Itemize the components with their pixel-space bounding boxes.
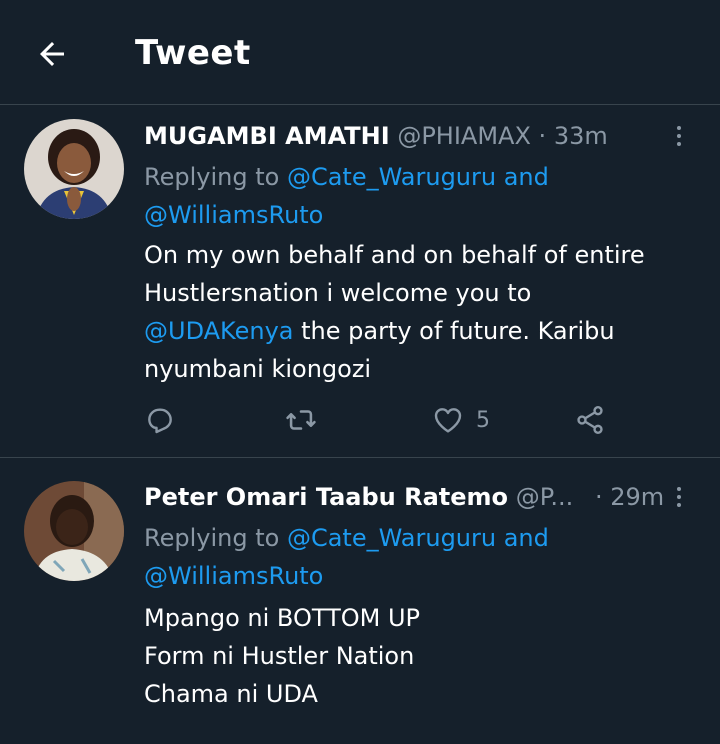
page-title: Tweet xyxy=(135,33,251,73)
tweet-reply[interactable]: Peter Omari Taabu Ratemo @P... · 29m Rep… xyxy=(0,459,720,744)
reply-mention[interactable]: @WilliamsRuto xyxy=(144,201,323,229)
timestamp[interactable]: 29m xyxy=(610,483,664,511)
avatar[interactable] xyxy=(24,119,124,219)
replying-prefix: Replying to xyxy=(144,163,280,191)
timestamp[interactable]: 33m xyxy=(554,122,608,150)
tweet-text: On my own behalf and on behalf of entire… xyxy=(144,236,690,388)
like-count: 5 xyxy=(476,407,490,433)
tweet-text-line: Form ni Hustler Nation xyxy=(144,642,415,670)
tweet-text-line: On my own behalf and on behalf of entire xyxy=(144,241,645,269)
retweet-icon xyxy=(286,410,316,430)
separator-dot: · xyxy=(538,122,547,150)
replying-to: Replying to @Cate_Waruguru and @Williams… xyxy=(144,519,690,595)
share-button[interactable] xyxy=(574,396,606,444)
tweet-text-line: nyumbani kiongozi xyxy=(144,355,372,383)
share-icon xyxy=(577,406,603,434)
more-options-button[interactable] xyxy=(668,475,690,519)
tweet-reply[interactable]: MUGAMBI AMATHI @PHIAMAX · 33m Replying t… xyxy=(0,106,720,458)
retweet-button[interactable] xyxy=(284,396,318,444)
top-bar: Tweet xyxy=(0,0,720,105)
replying-prefix: Replying to xyxy=(144,524,280,552)
tweet-text-line: Hustlersnation i welcome you to xyxy=(144,279,532,307)
tweet-mention[interactable]: @UDAKenya xyxy=(144,317,293,345)
display-name[interactable]: Peter Omari Taabu Ratemo xyxy=(144,483,508,511)
tweet-text-line: the party of future. Karibu xyxy=(293,317,615,345)
user-handle[interactable]: @P... xyxy=(516,483,574,511)
more-vertical-icon xyxy=(677,487,681,491)
avatar[interactable] xyxy=(24,481,124,581)
heart-icon xyxy=(434,408,462,433)
action-bar: 5 xyxy=(144,396,614,444)
reply-mention[interactable]: @WilliamsRuto xyxy=(144,562,323,590)
tweet-text: Mpango ni BOTTOM UP Form ni Hustler Nati… xyxy=(144,599,690,713)
back-button[interactable] xyxy=(28,30,76,78)
more-options-button[interactable] xyxy=(668,114,690,158)
reply-mention[interactable]: @Cate_Waruguru and xyxy=(287,524,549,552)
reply-mention[interactable]: @Cate_Waruguru and xyxy=(287,163,549,191)
reply-button[interactable] xyxy=(144,396,176,444)
reply-icon xyxy=(148,408,172,434)
user-handle[interactable]: @PHIAMAX xyxy=(397,122,531,150)
tweet-header: Peter Omari Taabu Ratemo @P... · 29m xyxy=(144,475,690,519)
tweet-header: MUGAMBI AMATHI @PHIAMAX · 33m xyxy=(144,114,690,158)
more-vertical-icon xyxy=(677,126,681,130)
separator-dot: · xyxy=(594,483,603,511)
replying-to: Replying to @Cate_Waruguru and @Williams… xyxy=(144,158,690,234)
display-name[interactable]: MUGAMBI AMATHI xyxy=(144,122,390,150)
arrow-left-icon xyxy=(40,42,64,66)
like-button[interactable]: 5 xyxy=(432,396,490,444)
tweet-text-line: Mpango ni BOTTOM UP xyxy=(144,604,421,632)
tweet-text-line: Chama ni UDA xyxy=(144,680,318,708)
